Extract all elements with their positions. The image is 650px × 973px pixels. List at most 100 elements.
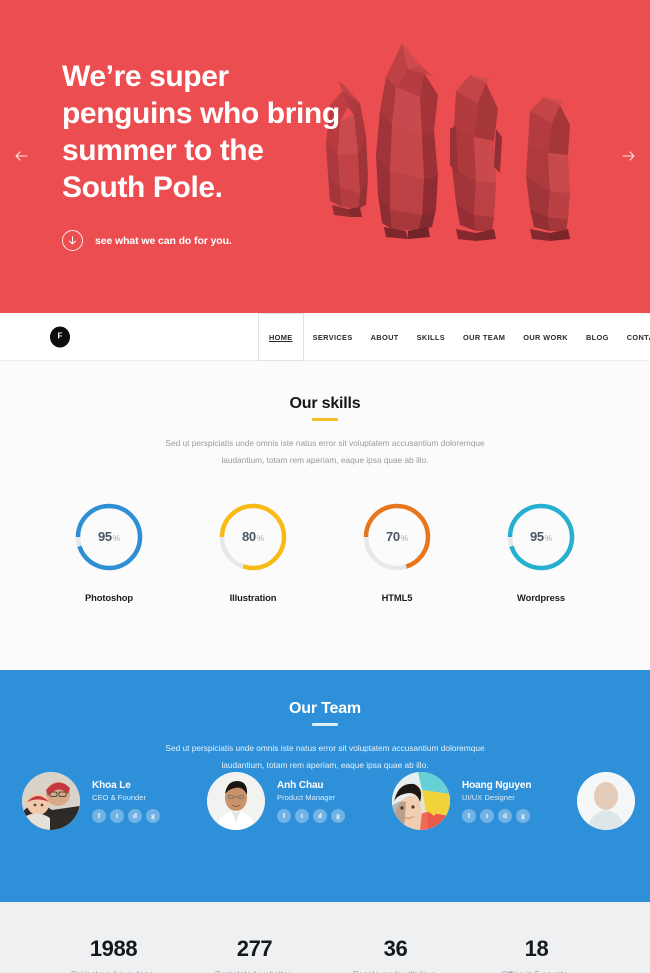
skill-progress-ring: 80 %	[217, 501, 289, 573]
brand-logo-circle[interactable]: F	[50, 326, 70, 347]
stat-label: Completed websites.	[184, 969, 325, 973]
team-header: Our Team Sed ut perspiciatis unde omnis …	[0, 700, 650, 774]
stats-section: 1988 Project we have done. 277 Completed…	[0, 902, 650, 973]
team-member-card-partial[interactable]	[577, 772, 635, 830]
team-member-role: Product Manager	[277, 792, 336, 802]
nav-item-contact[interactable]: CONTACT	[618, 313, 650, 361]
brand-logo-letter: F	[57, 331, 63, 341]
skill-item-wordpress: 95 % Wordpress	[483, 501, 599, 603]
arrow-down-icon	[62, 230, 83, 251]
skill-item-illustration: 80 % Illustration	[195, 501, 311, 603]
skill-percent-symbol: %	[400, 533, 408, 543]
dribbble-icon[interactable]: d	[498, 808, 512, 823]
skills-subtitle: Sed ut perspiciatis unde omnis iste natu…	[165, 437, 485, 465]
stat-label: Office in 5 country.	[466, 969, 607, 973]
nav-item-home[interactable]: HOME	[258, 313, 304, 361]
team-member-name: Anh Chau	[277, 779, 324, 791]
dribbble-icon[interactable]: d	[128, 808, 142, 823]
nav-item-our-work[interactable]: OUR WORK	[514, 313, 577, 361]
skill-label: Wordpress	[517, 591, 565, 603]
social-links: f t d g	[462, 808, 531, 823]
skill-value-number: 95	[530, 529, 544, 544]
stat-item-offices: 18 Office in 5 country.	[466, 936, 607, 973]
hero-title-line-3: summer to the	[62, 134, 264, 167]
hero-prev-arrow[interactable]	[10, 145, 32, 167]
google-plus-icon[interactable]: g	[331, 808, 345, 823]
stat-item-projects: 1988 Project we have done.	[43, 936, 184, 973]
title-underline-accent	[312, 723, 338, 726]
dribbble-icon[interactable]: d	[313, 808, 327, 823]
team-members-list: Khoa Le CEO & Founder f t d g Anh Chau P…	[22, 772, 635, 830]
skill-label: Photoshop	[84, 591, 134, 603]
skill-value-number: 80	[242, 529, 256, 544]
google-plus-icon[interactable]: g	[146, 808, 160, 823]
skill-percent-symbol: %	[544, 533, 552, 543]
facebook-icon[interactable]: f	[462, 808, 476, 823]
skill-label: HTML5	[381, 591, 413, 603]
nav-item-skills[interactable]: SKILLS	[408, 313, 454, 361]
team-member-card[interactable]: Hoang Nguyen UI/UX Designer f t d g	[392, 772, 577, 830]
team-member-info: Khoa Le CEO & Founder f t d g	[92, 780, 160, 823]
skill-item-html5: 70 % HTML5	[339, 501, 455, 603]
twitter-icon[interactable]: t	[295, 808, 309, 823]
stat-number: 18	[524, 936, 549, 961]
nav-item-services[interactable]: SERVICES	[304, 313, 362, 361]
nav-menu: HOME SERVICES ABOUT SKILLS OUR TEAM OUR …	[258, 313, 650, 361]
team-member-card[interactable]: Khoa Le CEO & Founder f t d g	[22, 772, 207, 830]
stat-label: People work with love.	[325, 969, 466, 973]
hero-cta-button[interactable]: see what we can do for you.	[62, 230, 362, 251]
avatar	[577, 772, 635, 830]
skill-value: 70 %	[361, 501, 433, 573]
nav-item-about[interactable]: ABOUT	[362, 313, 408, 361]
hero-slider: We’re super penguins who bring summer to…	[0, 0, 650, 313]
google-plus-icon[interactable]: g	[516, 808, 530, 823]
title-underline-accent	[312, 418, 338, 421]
stat-item-people: 36 People work with love.	[325, 936, 466, 973]
social-links: f t d g	[92, 808, 160, 823]
skill-value: 80 %	[217, 501, 289, 573]
hero-content: We’re super penguins who bring summer to…	[62, 58, 362, 251]
skill-label: Illustration	[229, 591, 277, 603]
facebook-icon[interactable]: f	[277, 808, 291, 823]
skill-value: 95 %	[73, 501, 145, 573]
skill-progress-ring: 95 %	[73, 501, 145, 573]
skill-progress-ring: 95 %	[505, 501, 577, 573]
team-section: Our Team Sed ut perspiciatis unde omnis …	[0, 670, 650, 902]
stat-number: 36	[383, 936, 408, 961]
skill-progress-ring: 70 %	[361, 501, 433, 573]
nav-item-our-team[interactable]: OUR TEAM	[454, 313, 514, 361]
skills-list: 95 % Photoshop 80 % Illustration 70 % HT…	[0, 501, 650, 603]
team-title: Our Team	[289, 700, 361, 717]
stat-item-websites: 277 Completed websites.	[184, 936, 325, 973]
hero-title-line-2: penguins who bring	[62, 97, 340, 130]
team-member-card[interactable]: Anh Chau Product Manager f t d g	[207, 772, 392, 830]
avatar	[22, 772, 80, 830]
team-member-name: Khoa Le	[92, 779, 131, 791]
hero-next-arrow[interactable]	[618, 145, 640, 167]
skill-percent-symbol: %	[256, 533, 264, 543]
skill-item-photoshop: 95 % Photoshop	[51, 501, 167, 603]
skill-value-number: 70	[386, 529, 400, 544]
stat-number: 1988	[89, 936, 138, 961]
hero-title: We’re super penguins who bring summer to…	[62, 58, 362, 206]
nav-item-blog[interactable]: BLOG	[577, 313, 618, 361]
skills-section: Our skills Sed ut perspiciatis unde omni…	[0, 361, 650, 670]
hero-title-line-4: South Pole.	[62, 171, 223, 204]
skills-title: Our skills	[289, 395, 361, 412]
skill-value-number: 95	[98, 529, 112, 544]
team-member-role: UI/UX Designer	[462, 792, 515, 802]
team-member-role: CEO & Founder	[92, 792, 147, 802]
social-links: f t d g	[277, 808, 345, 823]
main-navigation: F HOME SERVICES ABOUT SKILLS OUR TEAM OU…	[0, 313, 650, 361]
stat-label: Project we have done.	[43, 969, 184, 973]
twitter-icon[interactable]: t	[480, 808, 494, 823]
hero-title-line-1: We’re super	[62, 60, 229, 93]
stat-number: 277	[236, 936, 273, 961]
twitter-icon[interactable]: t	[110, 808, 124, 823]
facebook-icon[interactable]: f	[92, 808, 106, 823]
team-member-info: Hoang Nguyen UI/UX Designer f t d g	[462, 780, 531, 823]
team-member-name: Hoang Nguyen	[462, 779, 532, 791]
avatar	[207, 772, 265, 830]
hero-cta-label: see what we can do for you.	[95, 234, 232, 247]
skill-percent-symbol: %	[112, 533, 120, 543]
